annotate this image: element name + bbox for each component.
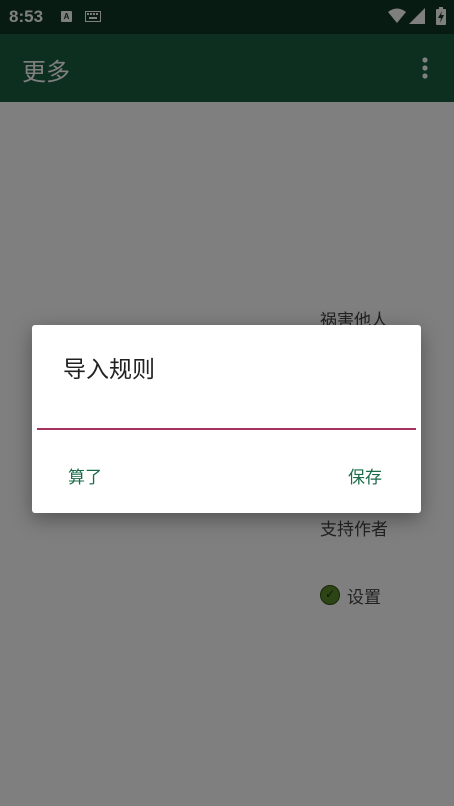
cancel-button[interactable]: 算了 [68,463,102,488]
rule-input[interactable] [37,400,416,430]
save-button[interactable]: 保存 [348,463,382,488]
dialog-title: 导入规则 [63,357,155,383]
import-rules-dialog: 导入规则 算了 保存 [32,325,421,513]
